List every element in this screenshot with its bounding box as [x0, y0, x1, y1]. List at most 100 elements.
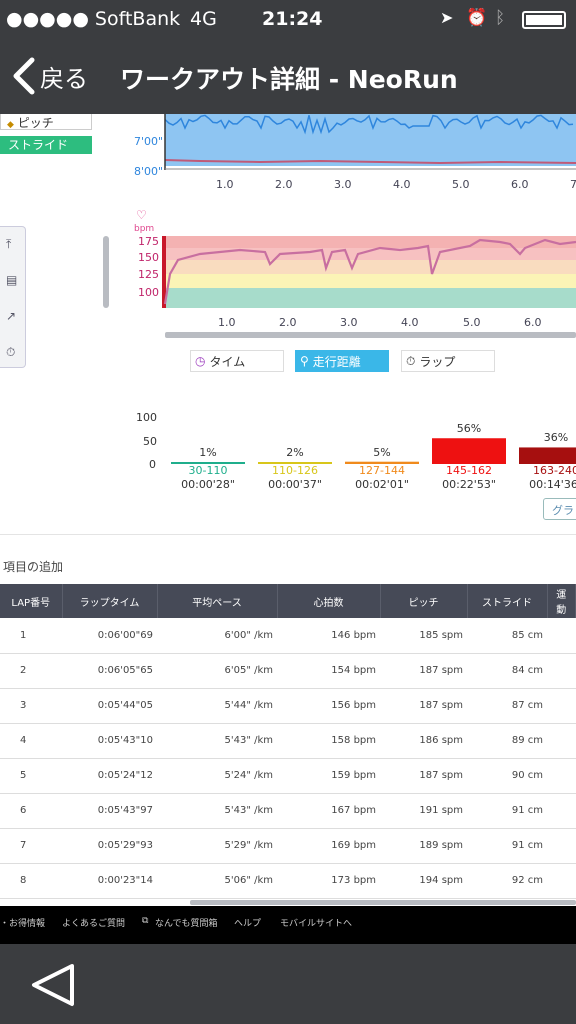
table-cell: 185 spm — [380, 618, 467, 654]
table-cell: 1 — [0, 618, 62, 654]
table-cell: 0:00'23"14 — [62, 863, 157, 899]
chevron-left-icon — [13, 57, 35, 95]
clock: 21:24 — [262, 8, 323, 30]
table-cell: 187 spm — [380, 758, 467, 794]
table-cell: 169 bpm — [277, 828, 380, 864]
table-cell — [547, 618, 576, 654]
table-cell: 189 spm — [380, 828, 467, 864]
table-cell: 158 bpm — [277, 723, 380, 759]
table-row: 5 0:05'24"12 5'24" /km 159 bpm 187 spm 90 cm — [0, 758, 576, 794]
status-bar: ●●●●● SoftBank 4G 21:24 ➤ ⏰ ᛒ — [0, 0, 576, 40]
table-cell — [547, 863, 576, 899]
table-cell: 167 bpm — [277, 793, 380, 829]
table-cell: 0:05'43"97 — [62, 793, 157, 829]
footer-link[interactable]: ・お得情報 — [0, 916, 45, 929]
navigation-bar: 戻る ワークアウト詳細 - NeoRun — [0, 40, 576, 114]
column-header[interactable]: LAP番号 — [0, 584, 63, 618]
zone-range-label: 145-162 — [446, 464, 492, 477]
footer-link[interactable]: よくあるご質問 — [62, 916, 125, 929]
zone-bar — [519, 447, 576, 464]
table-cell — [547, 653, 576, 689]
table-cell: 191 spm — [380, 793, 467, 829]
alarm-icon: ⏰ — [466, 8, 488, 28]
table-cell: 91 cm — [467, 793, 547, 829]
table-cell: 194 spm — [380, 863, 467, 899]
zone-range-label: 163-240 — [533, 464, 576, 477]
carrier-label: ●●●●● SoftBank — [6, 8, 181, 30]
table-cell: 84 cm — [467, 653, 547, 689]
zone-percent-label: 1% — [199, 446, 217, 459]
table-cell: 85 cm — [467, 618, 547, 654]
table-cell: 5'43" /km — [157, 723, 277, 759]
zone-percent-label: 5% — [373, 445, 391, 459]
lap-table: LAP番号 ラップタイム 平均ペース 心拍数 ピッチ ストライド 運動 1 0:06'00"6… — [0, 584, 576, 899]
table-cell — [547, 758, 576, 794]
column-header[interactable]: ストライド — [467, 584, 548, 618]
back-button[interactable]: 戻る — [10, 56, 88, 96]
zone-percent-label: 56% — [456, 422, 482, 436]
table-cell: 5 — [0, 758, 62, 794]
table-cell — [547, 723, 576, 759]
column-header[interactable]: 心拍数 — [277, 584, 381, 618]
graph-button[interactable]: グラフ — [543, 498, 576, 520]
zone-range-label: 127-144 — [359, 464, 405, 477]
table-cell: 146 bpm — [277, 618, 380, 654]
table-cell: 2 — [0, 653, 62, 689]
location-icon: ➤ — [440, 8, 454, 27]
table-row: 1 0:06'00"69 6'00" /km 146 bpm 185 spm 85 cm — [0, 618, 576, 654]
zone-bar — [432, 438, 506, 464]
bluetooth-icon: ᛒ — [495, 8, 506, 28]
table-cell: 0:05'44"05 — [62, 688, 157, 724]
table-cell: 159 bpm — [277, 758, 380, 794]
add-item-link[interactable]: 項目の追加 — [3, 558, 63, 575]
table-cell: 87 cm — [467, 688, 547, 724]
back-triangle-icon[interactable] — [28, 962, 78, 1008]
table-cell: 154 bpm — [277, 653, 380, 689]
table-cell: 6'00" /km — [157, 618, 277, 654]
table-cell: 0:06'05"65 — [62, 653, 157, 689]
table-row: 7 0:05'29"93 5'29" /km 169 bpm 189 spm 91 cm — [0, 828, 576, 864]
zone-duration-label: 00:22'53" — [442, 478, 496, 491]
table-cell: 156 bpm — [277, 688, 380, 724]
footer-link[interactable]: ヘルプ — [234, 916, 261, 929]
table-cell: 187 spm — [380, 688, 467, 724]
column-header[interactable]: ラップタイム — [62, 584, 158, 618]
table-cell: 92 cm — [467, 863, 547, 899]
column-header[interactable]: 平均ペース — [157, 584, 278, 618]
table-row: 2 0:06'05"65 6'05" /km 154 bpm 187 spm 84 cm — [0, 653, 576, 689]
site-footer: ・お得情報 よくあるご質問 ⧉ なんでも質問箱 ヘルプ モバイルサイトへ — [0, 906, 576, 944]
page-title: ワークアウト詳細 - NeoRun — [120, 65, 458, 94]
table-cell — [547, 688, 576, 724]
browser-toolbar — [0, 944, 576, 1024]
lap-table-header: LAP番号 ラップタイム 平均ペース 心拍数 ピッチ ストライド 運動 — [0, 584, 576, 618]
table-cell: 8 — [0, 863, 62, 899]
table-cell — [547, 828, 576, 864]
table-scrollbar[interactable] — [190, 900, 576, 905]
table-cell: 5'24" /km — [157, 758, 277, 794]
zone-range-label: 110-126 — [272, 464, 318, 477]
table-cell: 91 cm — [467, 828, 547, 864]
table-row: 3 0:05'44"05 5'44" /km 156 bpm 187 spm 87 cm — [0, 688, 576, 724]
table-cell: 0:05'29"93 — [62, 828, 157, 864]
column-header[interactable]: 運動 — [547, 584, 576, 618]
network-label: 4G — [190, 8, 217, 30]
back-label: 戻る — [40, 64, 88, 93]
table-cell: 3 — [0, 688, 62, 724]
table-row: 4 0:05'43"10 5'43" /km 158 bpm 186 spm 89 cm — [0, 723, 576, 759]
zone-range-label: 30-110 — [188, 464, 228, 477]
table-cell: 173 bpm — [277, 863, 380, 899]
table-cell: 5'43" /km — [157, 793, 277, 829]
table-cell: 187 spm — [380, 653, 467, 689]
table-cell: 90 cm — [467, 758, 547, 794]
footer-link[interactable]: モバイルサイトへ — [280, 916, 352, 929]
footer-link[interactable]: なんでも質問箱 — [155, 916, 218, 929]
battery-icon — [522, 11, 566, 29]
zone-bars — [171, 438, 576, 464]
table-cell: 186 spm — [380, 723, 467, 759]
table-cell: 6'05" /km — [157, 653, 277, 689]
table-cell: 0:06'00"69 — [62, 618, 157, 654]
column-header[interactable]: ピッチ — [380, 584, 468, 618]
table-cell: 7 — [0, 828, 62, 864]
main-content: ◆ ピッチ ストライド 7'00" 8'00" 1.0 2.0 3.0 4.0 … — [0, 114, 576, 906]
zone-duration-label: 00:00'37" — [268, 478, 322, 491]
